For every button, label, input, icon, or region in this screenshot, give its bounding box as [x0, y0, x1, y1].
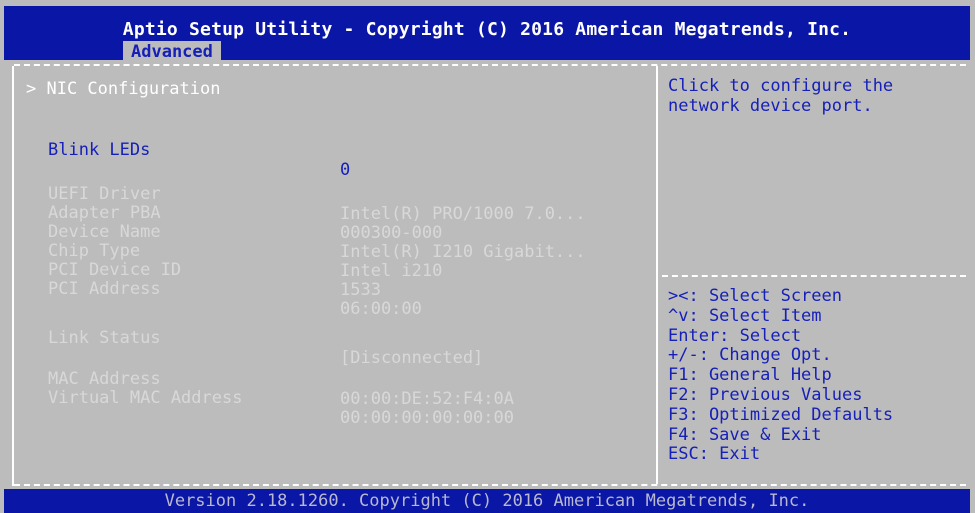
key-hint: F4: Save & Exit	[668, 424, 822, 445]
key-hint: ^v: Select Item	[668, 305, 822, 326]
help-line: network device port.	[668, 96, 873, 116]
frame-bottom-line	[14, 484, 966, 486]
key-hint: ><: Select Screen	[668, 286, 842, 306]
nic-configuration-label: > NIC Configuration	[26, 79, 221, 99]
info-value: 06:00:00	[340, 299, 422, 319]
key-hint: ESC: Exit	[668, 444, 761, 465]
link-status-value: [Disconnected]	[340, 348, 484, 368]
blink-leds-value[interactable]: 0	[340, 160, 350, 180]
info-value: Intel(R) I210 Gigabit...	[340, 242, 586, 262]
help-line: Click to configure the	[668, 76, 894, 96]
mac-row: Virtual MAC Address 00:00:00:00:00:00	[14, 368, 514, 448]
key-hint: F3: Optimized Defaults	[668, 404, 894, 425]
blink-leds-label: Blink LEDs	[48, 140, 151, 160]
help-divider-line	[662, 275, 966, 277]
mac-address-value: 00:00:DE:52:F4:0A	[340, 389, 514, 409]
key-hint: Enter: Select	[668, 325, 802, 346]
key-hint: F1: General Help	[668, 365, 832, 386]
key-legend: ><: Select Screen ^v: Select Item Enter:…	[668, 286, 968, 465]
key-hint: F2: Previous Values	[668, 384, 863, 405]
info-value: Intel i210	[340, 261, 443, 281]
info-value: Intel(R) PRO/1000 7.0...	[340, 204, 586, 224]
panel-divider	[656, 66, 658, 484]
key-hint: +/-: Change Opt.	[668, 345, 832, 366]
info-label: PCI Address	[48, 279, 161, 299]
version-text: Version 2.18.1260. Copyright (C) 2016 Am…	[164, 491, 810, 511]
header-bar: Aptio Setup Utility - Copyright (C) 2016…	[4, 6, 970, 64]
info-value: 1533	[340, 280, 381, 300]
menu-item-nic-configuration[interactable]: > NIC Configuration	[14, 78, 648, 100]
footer-bar: Version 2.18.1260. Copyright (C) 2016 Am…	[4, 489, 970, 513]
help-text: Click to configure the network device po…	[668, 76, 968, 116]
bios-screen: Aptio Setup Utility - Copyright (C) 2016…	[0, 0, 975, 513]
tab-advanced[interactable]: Advanced	[123, 41, 221, 64]
link-status-label: Link Status	[48, 328, 161, 348]
virtual-mac-address-label: Virtual MAC Address	[48, 388, 243, 408]
virtual-mac-address-value: 00:00:00:00:00:00	[340, 408, 514, 428]
app-title: Aptio Setup Utility - Copyright (C) 2016…	[122, 19, 852, 40]
settings-panel: > NIC Configuration Blink LEDs 0 UEFI Dr…	[14, 66, 654, 484]
info-value: 000300-000	[340, 223, 443, 243]
